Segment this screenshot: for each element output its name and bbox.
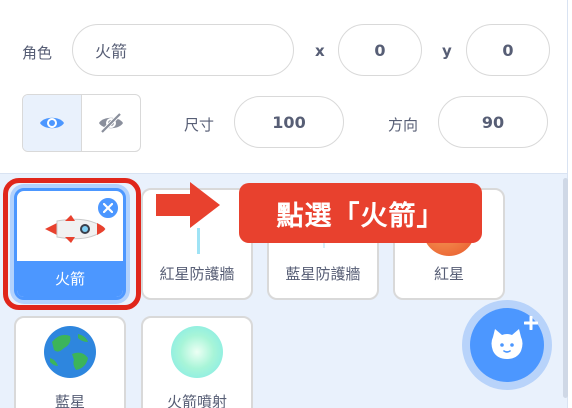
sprite-tile-label: 紅星 [433, 265, 464, 283]
sprite-name-value: 火箭 [95, 42, 128, 61]
callout-text: 點選「火箭」 [276, 200, 445, 232]
visibility-toggle [22, 94, 141, 152]
y-input[interactable]: 0 [466, 24, 550, 76]
sprite-name-input[interactable]: 火箭 [72, 24, 294, 76]
sprite-tile-label: 藍星防護牆 [285, 265, 361, 283]
show-button[interactable] [23, 95, 82, 151]
instruction-callout: 點選「火箭」 [239, 183, 482, 243]
sprite-tile-rocket-flame[interactable]: 火箭噴射 [141, 316, 253, 408]
sprite-tile-label: 藍星 [54, 393, 85, 408]
highlight-outline [3, 178, 141, 310]
y-value: 0 [502, 40, 514, 60]
size-label: 尺寸 [184, 116, 215, 134]
size-input[interactable]: 100 [234, 96, 344, 148]
sprite-tile-label: 火箭 [54, 270, 85, 288]
add-sprite-button[interactable] [462, 300, 552, 390]
red-wall-thumbnail [197, 228, 200, 254]
cat-icon [491, 329, 523, 359]
eye-icon [40, 117, 64, 129]
x-input[interactable]: 0 [338, 24, 422, 76]
plus-icon [524, 316, 538, 330]
sprite-tile-label: 紅星防護牆 [159, 265, 235, 283]
hide-button[interactable] [82, 95, 140, 151]
direction-value: 90 [481, 112, 505, 132]
x-value: 0 [374, 40, 386, 60]
direction-input[interactable]: 90 [438, 96, 548, 148]
add-sprite-button-inner [470, 308, 544, 382]
arrow-right-icon [156, 182, 220, 228]
earth-icon [44, 326, 96, 378]
y-label: y [442, 42, 452, 60]
close-icon [103, 203, 113, 213]
rocket-flame-thumbnail [171, 326, 223, 378]
direction-label: 方向 [388, 116, 419, 134]
sprite-tile-blue-star[interactable]: 藍星 [14, 316, 126, 408]
delete-sprite-button[interactable] [96, 196, 120, 220]
sprite-tile-label: 火箭噴射 [166, 393, 227, 408]
size-value: 100 [272, 112, 306, 132]
eye-hidden-icon [99, 112, 123, 134]
scrollbar[interactable] [563, 178, 568, 398]
sprite-name-label: 角色 [22, 44, 53, 62]
sprite-info-panel: 角色 火箭 x 0 y 0 尺寸 100 方向 90 [0, 0, 568, 174]
x-label: x [315, 42, 325, 60]
